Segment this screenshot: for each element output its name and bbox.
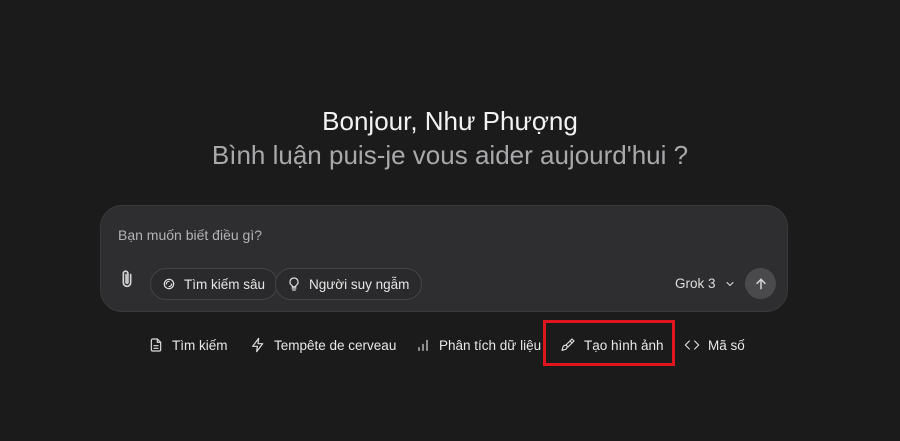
- action-brainstorm[interactable]: Tempête de cerveau: [250, 334, 396, 356]
- code-icon: [684, 340, 700, 350]
- prompt-input[interactable]: Bạn muốn biết điều gì?: [118, 227, 262, 243]
- model-label: Grok 3: [675, 276, 716, 291]
- action-analyze-data-label: Phân tích dữ liệu: [439, 337, 542, 353]
- think-button[interactable]: Người suy ngẫm: [275, 268, 423, 300]
- chevron-down-icon: [725, 281, 734, 286]
- paperclip-icon: [122, 270, 132, 288]
- action-code-label: Mã số: [708, 337, 745, 353]
- model-selector[interactable]: Grok 3: [675, 276, 736, 291]
- greeting-title: Bonjour, Như Phượng: [322, 106, 578, 136]
- action-analyze-data[interactable]: Phân tích dữ liệu: [415, 334, 541, 356]
- think-label: Người suy ngẫm: [309, 276, 410, 292]
- deepsearch-label: Tìm kiếm sâu: [184, 276, 266, 292]
- deepsearch-icon: [163, 278, 175, 290]
- greeting-subtitle: Bình luận puis-je vous aider aujourd'hui…: [211, 140, 689, 170]
- lightning-icon: [252, 337, 264, 353]
- lightbulb-icon: [289, 277, 299, 291]
- action-search-label: Tìm kiếm: [172, 337, 228, 353]
- action-search[interactable]: Tìm kiếm: [148, 334, 228, 356]
- deepsearch-button[interactable]: Tìm kiếm sâu: [150, 268, 279, 300]
- highlight-annotation-box: [543, 320, 675, 366]
- bar-chart-icon: [418, 339, 428, 351]
- greeting: Bonjour, Như Phượng Bình luận puis-je vo…: [0, 104, 900, 172]
- action-code[interactable]: Mã số: [684, 334, 745, 356]
- arrow-up-icon: [755, 278, 766, 289]
- document-icon: [150, 338, 162, 352]
- attach-button[interactable]: [116, 268, 138, 290]
- action-brainstorm-label: Tempête de cerveau: [274, 337, 397, 353]
- send-button[interactable]: [745, 268, 776, 299]
